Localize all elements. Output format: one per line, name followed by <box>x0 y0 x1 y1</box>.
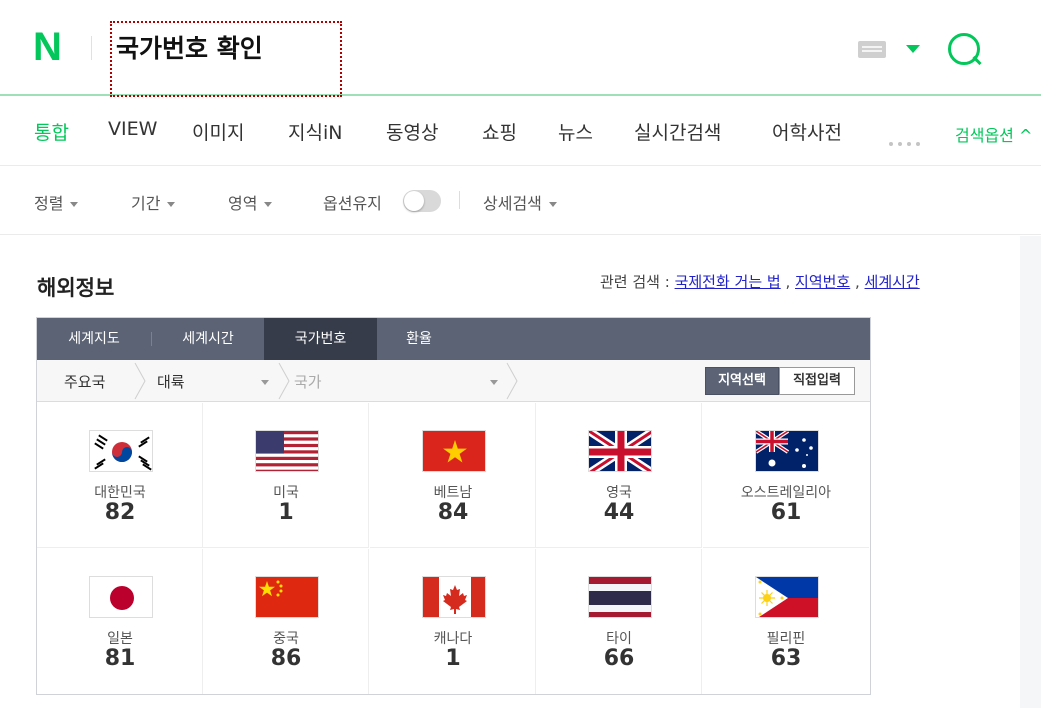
region-selector: 주요국 대륙 국가 지역선택 직접입력 <box>37 360 870 402</box>
country-cell-korea[interactable]: 대한민국 82 <box>37 403 203 548</box>
country-cell-vietnam[interactable]: 베트남 84 <box>370 403 536 548</box>
country-cell-usa[interactable]: 미국 1 <box>203 403 369 548</box>
search-tabs: 통합 VIEW 이미지 지식iN 동영상 쇼핑 뉴스 실시간검색 어학사전 검색… <box>0 98 1041 166</box>
country-code: 84 <box>437 500 469 525</box>
tab-dictionary[interactable]: 어학사전 <box>772 118 842 145</box>
caret-down-icon <box>264 202 273 207</box>
section-title: 해외정보 <box>37 276 115 300</box>
breadcrumb-chevron-icon <box>506 362 518 400</box>
logo-divider <box>91 36 92 60</box>
search-input[interactable] <box>116 27 416 67</box>
country-code: 61 <box>770 500 802 525</box>
region-select-button[interactable]: 지역선택 <box>705 367 779 395</box>
country-name: 영국 <box>606 485 632 501</box>
country-cell-canada[interactable]: 캐나다 1 <box>370 549 536 694</box>
period-filter[interactable]: 기간 <box>131 190 176 214</box>
keep-options-label: 옵션유지 <box>323 194 382 213</box>
china-flag-icon <box>255 576 319 618</box>
direct-input-button[interactable]: 직접입력 <box>779 367 855 395</box>
country-name: 베트남 <box>433 485 473 501</box>
country-code: 63 <box>770 646 802 671</box>
country-name: 대한민국 <box>94 485 146 501</box>
keep-options-toggle[interactable] <box>403 190 441 212</box>
related-link-area-code[interactable]: 지역번호 <box>795 273 850 291</box>
tab-image[interactable]: 이미지 <box>192 118 244 145</box>
vietnam-flag-icon <box>422 430 486 472</box>
sort-filter[interactable]: 정렬 <box>34 190 79 214</box>
country-code: 86 <box>270 646 302 671</box>
philippines-flag-icon <box>755 576 819 618</box>
country-code: 1 <box>278 500 294 525</box>
related-link-intl-call[interactable]: 국제전화 거는 법 <box>675 273 781 291</box>
country-cell-china[interactable]: 중국 86 <box>203 549 369 694</box>
country-code: 81 <box>104 646 136 671</box>
widget-tab-world-map[interactable]: 세계지도 <box>37 318 151 360</box>
area-filter[interactable]: 영역 <box>228 190 273 214</box>
breadcrumb-chevron-icon <box>134 362 146 400</box>
country-cell-uk[interactable]: 영국 44 <box>536 403 702 548</box>
major-countries-link[interactable]: 주요국 <box>64 371 105 392</box>
japan-flag-icon <box>89 576 153 618</box>
caret-down-icon <box>548 202 557 207</box>
search-header: N <box>0 0 1041 97</box>
country-grid: 대한민국 82 미국 1 베트남 84 영국 44 오스트레일리아 61 일본 … <box>37 403 870 694</box>
country-cell-australia[interactable]: 오스트레일리아 61 <box>703 403 869 548</box>
more-tabs-icon[interactable] <box>889 131 925 150</box>
usa-flag-icon <box>255 430 319 472</box>
widget-tabs: 세계지도 세계시간 국가번호 환율 <box>37 318 870 360</box>
caret-down-icon <box>490 380 498 385</box>
related-link-world-time[interactable]: 세계시간 <box>865 273 920 291</box>
tab-kin[interactable]: 지식iN <box>288 118 342 145</box>
filter-divider <box>459 191 460 209</box>
country-code: 82 <box>104 500 136 525</box>
caret-down-icon <box>261 380 269 385</box>
continent-select[interactable]: 대륙 <box>157 371 185 392</box>
country-cell-japan[interactable]: 일본 81 <box>37 549 203 694</box>
related-searches: 관련 검색 : 국제전화 거는 법 , 지역번호 , 세계시간 <box>600 273 920 291</box>
sort-filter-label: 정렬 <box>34 194 64 213</box>
caret-down-icon <box>70 202 79 207</box>
tab-shopping[interactable]: 쇼핑 <box>482 118 517 145</box>
naver-logo[interactable]: N <box>33 27 69 67</box>
country-name: 타이 <box>606 631 632 647</box>
tab-video[interactable]: 동영상 <box>386 118 438 145</box>
detail-search-label: 상세검색 <box>483 194 542 213</box>
country-cell-philippines[interactable]: 필리핀 63 <box>703 549 869 694</box>
country-name: 중국 <box>273 631 299 647</box>
country-name: 필리핀 <box>766 631 806 647</box>
widget-tab-exchange[interactable]: 환율 <box>377 318 461 360</box>
country-name: 캐나다 <box>433 631 473 647</box>
filter-bar: 정렬 기간 영역 옵션유지 상세검색 <box>0 167 1041 235</box>
period-filter-label: 기간 <box>131 194 161 213</box>
tab-view[interactable]: VIEW <box>108 118 157 140</box>
area-filter-label: 영역 <box>228 194 258 213</box>
tab-news[interactable]: 뉴스 <box>558 118 593 145</box>
country-name: 미국 <box>273 485 299 501</box>
search-icon[interactable] <box>948 33 980 65</box>
search-options-button[interactable]: 검색옵션 ^ <box>955 122 1032 146</box>
country-name: 오스트레일리아 <box>740 485 832 501</box>
korea-flag-icon <box>89 430 153 472</box>
widget-tab-world-time[interactable]: 세계시간 <box>152 318 264 360</box>
tab-realtime[interactable]: 실시간검색 <box>634 118 721 145</box>
caret-down-icon <box>167 202 176 207</box>
widget-tab-country-code[interactable]: 국가번호 <box>264 318 377 360</box>
country-cell-thailand[interactable]: 타이 66 <box>536 549 702 694</box>
chevron-down-icon[interactable] <box>906 45 920 53</box>
detail-search-filter[interactable]: 상세검색 <box>483 190 557 214</box>
thailand-flag-icon <box>588 576 652 618</box>
australia-flag-icon <box>755 430 819 472</box>
country-name: 일본 <box>107 631 133 647</box>
country-code: 66 <box>603 646 635 671</box>
tab-integrated[interactable]: 통합 <box>34 118 69 145</box>
uk-flag-icon <box>588 430 652 472</box>
canada-flag-icon <box>422 576 486 618</box>
country-select[interactable]: 국가 <box>294 371 322 392</box>
country-code: 44 <box>603 500 635 525</box>
related-label: 관련 검색 : <box>600 273 675 291</box>
country-code: 1 <box>445 646 461 671</box>
keyboard-icon[interactable] <box>858 41 886 58</box>
country-code-widget: 세계지도 세계시간 국가번호 환율 주요국 대륙 국가 지역선택 직접입력 대한… <box>36 317 871 695</box>
